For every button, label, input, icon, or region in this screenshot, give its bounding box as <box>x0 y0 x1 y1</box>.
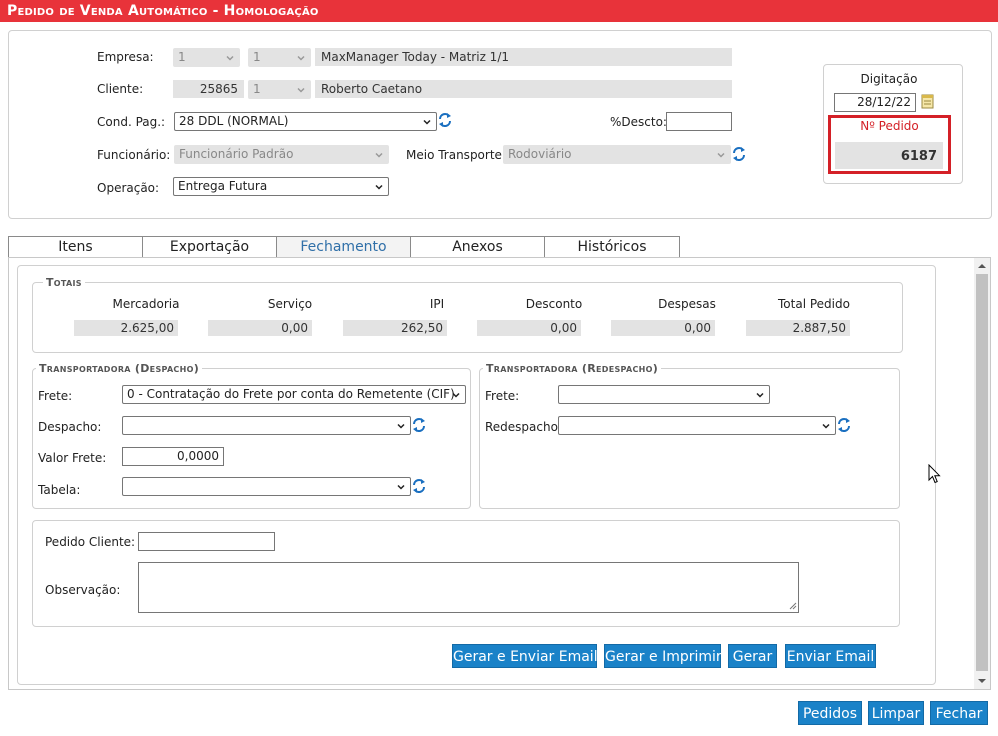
total-value: 0,00 <box>477 320 581 336</box>
tabela-refresh-icon[interactable] <box>412 478 426 494</box>
resize-handle-icon[interactable] <box>789 602 797 610</box>
gerar-imprimir-button[interactable]: Gerar e Imprimir <box>604 644 722 668</box>
redespacho-label: Redespacho: <box>485 420 562 434</box>
total-header: Total Pedido <box>778 297 850 311</box>
calendar-icon[interactable] <box>921 93 934 109</box>
total-header: Desconto <box>525 297 583 311</box>
window-title: Pedido de Venda Automático - Homologação <box>0 0 998 22</box>
valor-frete-label: Valor Frete: <box>38 451 107 465</box>
total-header: Mercadoria <box>112 297 180 311</box>
empresa-label: Empresa: <box>97 50 154 64</box>
meio-transporte-select[interactable]: Rodoviário <box>503 145 731 164</box>
tab-exportacao[interactable]: Exportação <box>142 236 277 257</box>
total-header: Serviço <box>267 297 313 311</box>
limpar-button[interactable]: Limpar <box>868 701 924 725</box>
fechar-button[interactable]: Fechar <box>930 701 988 725</box>
gerar-button[interactable]: Gerar <box>728 644 777 668</box>
totais-fieldset <box>32 282 903 353</box>
tab-fechamento[interactable]: Fechamento <box>276 236 411 257</box>
despacho-refresh-icon[interactable] <box>412 417 426 433</box>
cliente-name-field: Roberto Caetano <box>315 80 732 98</box>
despacho-label: Despacho: <box>38 420 102 434</box>
gerar-enviar-email-button[interactable]: Gerar e Enviar Email <box>452 644 598 668</box>
empresa-name-field: MaxManager Today - Matriz 1/1 <box>315 48 732 66</box>
tab-itens[interactable]: Itens <box>8 236 143 257</box>
digitacao-label: Digitação <box>860 72 918 86</box>
observacao-label: Observação: <box>45 583 121 597</box>
redespacho-refresh-icon[interactable] <box>837 417 851 433</box>
observacao-textarea[interactable] <box>138 562 799 613</box>
digitacao-date-input[interactable]: 28/12/22 <box>834 93 916 112</box>
total-value: 0,00 <box>611 320 715 336</box>
funcionario-select[interactable]: Funcionário Padrão <box>174 145 389 164</box>
enviar-email-button[interactable]: Enviar Email <box>785 644 876 668</box>
desconto-label: %Descto: <box>610 115 667 129</box>
scroll-up-icon[interactable] <box>977 262 987 270</box>
despacho-select[interactable] <box>122 416 411 435</box>
pedidos-button[interactable]: Pedidos <box>798 701 862 725</box>
redespacho-legend: Transportadora (Redespacho) <box>483 362 662 375</box>
total-value: 0,00 <box>208 320 312 336</box>
cliente-label: Cliente: <box>97 82 144 96</box>
total-header: IPI <box>429 297 445 311</box>
desconto-input[interactable] <box>666 112 732 131</box>
meio-transporte-refresh-icon[interactable] <box>732 146 746 162</box>
pedido-cliente-input[interactable] <box>138 532 275 551</box>
tab-historicos[interactable]: Históricos <box>544 236 680 257</box>
totais-legend: Totais <box>43 276 85 289</box>
total-value: 262,50 <box>343 320 447 336</box>
despacho-legend: Transportadora (Despacho) <box>36 362 203 375</box>
operacao-label: Operação: <box>97 181 160 195</box>
tabela-label: Tabela: <box>38 483 81 497</box>
scroll-down-icon[interactable] <box>977 677 987 685</box>
pedido-number-label: Nº Pedido <box>860 119 919 133</box>
total-header: Despesas <box>658 297 716 311</box>
redespacho-frete-select[interactable] <box>558 385 770 404</box>
mouse-cursor-icon <box>928 464 941 484</box>
meio-transporte-label: Meio Transporte: <box>406 148 506 162</box>
tab-anexos[interactable]: Anexos <box>410 236 545 257</box>
empresa-code-select[interactable]: 1 <box>173 48 240 67</box>
total-value: 2.887,50 <box>746 320 850 336</box>
tabela-select[interactable] <box>122 477 411 496</box>
cond-pag-label: Cond. Pag.: <box>97 115 166 129</box>
pedido-cliente-label: Pedido Cliente: <box>45 535 136 549</box>
redespacho-select[interactable] <box>558 416 836 435</box>
redespacho-frete-label: Frete: <box>485 389 520 403</box>
scrollbar-thumb[interactable] <box>976 274 988 671</box>
cliente-code-field: 25865 <box>173 80 244 98</box>
valor-frete-input[interactable]: 0,0000 <box>122 447 224 466</box>
cond-pag-select[interactable]: 28 DDL (NORMAL) <box>174 112 437 131</box>
pedido-number-field: 6187 <box>835 142 943 169</box>
frete-select[interactable]: 0 - Contratação do Frete por conta do Re… <box>122 385 466 404</box>
empresa-filial-select[interactable]: 1 <box>248 48 311 67</box>
total-value: 2.625,00 <box>74 320 178 336</box>
operacao-select[interactable]: Entrega Futura <box>173 177 389 196</box>
funcionario-label: Funcionário: <box>97 148 171 162</box>
cliente-seq-select[interactable]: 1 <box>248 80 311 99</box>
frete-label: Frete: <box>38 389 73 403</box>
cond-pag-refresh-icon[interactable] <box>438 112 452 128</box>
